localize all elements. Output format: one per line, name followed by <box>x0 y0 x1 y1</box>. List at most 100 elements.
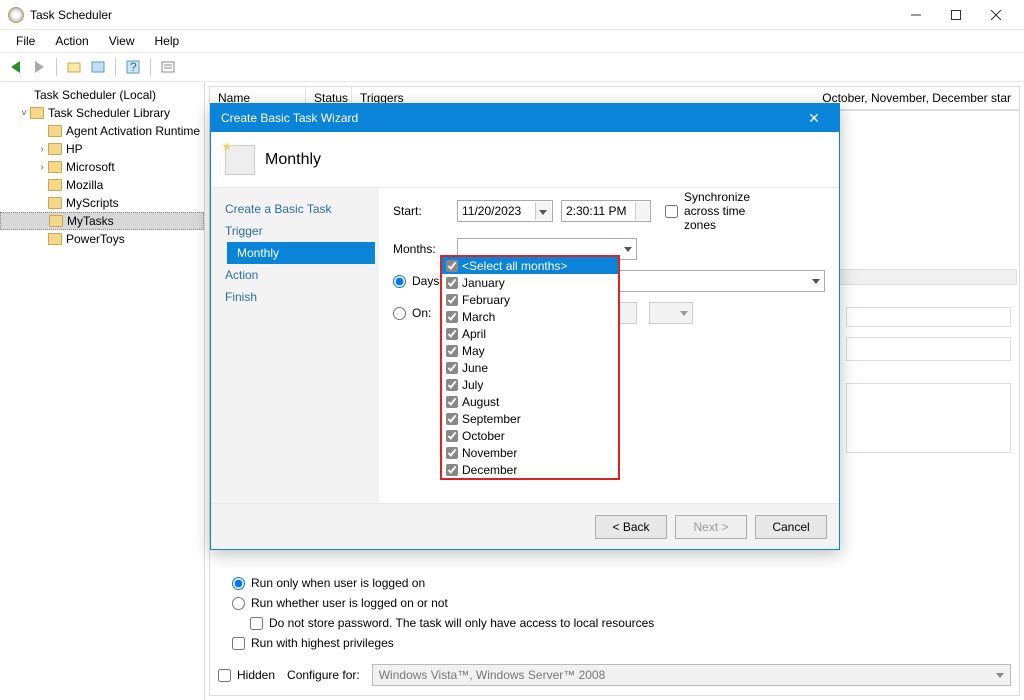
help-button[interactable]: ? <box>122 56 144 78</box>
close-button[interactable] <box>976 1 1016 29</box>
tree-item-label: HP <box>66 142 83 156</box>
radio-run-whether[interactable]: Run whether user is logged on or not <box>232 593 1007 613</box>
start-time-picker[interactable]: 2:30:11 PM <box>561 200 651 222</box>
back-button[interactable] <box>4 56 26 78</box>
nav-tree[interactable]: Task Scheduler (Local) ˅ Task Scheduler … <box>0 82 205 700</box>
radio-input[interactable] <box>393 275 406 288</box>
checkbox-input[interactable] <box>446 328 458 340</box>
calendar-icon[interactable] <box>535 202 551 220</box>
checkbox-input[interactable] <box>446 277 458 289</box>
checkbox-input[interactable] <box>218 669 231 682</box>
start-row: Start: 11/20/2023 2:30:11 PM Synchronize… <box>393 198 825 224</box>
step-monthly[interactable]: Monthly <box>227 242 375 264</box>
month-option[interactable]: March <box>442 308 618 325</box>
radio-input[interactable] <box>232 577 245 590</box>
forward-button[interactable] <box>28 56 50 78</box>
month-option[interactable]: September <box>442 410 618 427</box>
month-option[interactable]: April <box>442 325 618 342</box>
checkbox-no-store-password[interactable]: Do not store password. The task will onl… <box>250 613 1007 633</box>
sync-tz-label: Synchronize across time zones <box>684 190 750 232</box>
menubar: File Action View Help <box>0 30 1024 52</box>
background-field <box>846 383 1011 453</box>
month-label: April <box>462 327 486 341</box>
tree-item[interactable]: MyScripts <box>0 194 204 212</box>
month-option[interactable]: January <box>442 274 618 291</box>
configure-for-dropdown[interactable]: Windows Vista™, Windows Server™ 2008 <box>372 664 1011 686</box>
month-option[interactable]: May <box>442 342 618 359</box>
tree-item-selected[interactable]: MyTasks <box>0 212 204 230</box>
wizard-close-button[interactable]: ✕ <box>799 110 829 127</box>
month-option[interactable]: June <box>442 359 618 376</box>
start-time-value: 2:30:11 PM <box>566 204 626 218</box>
window-title: Task Scheduler <box>30 8 896 22</box>
toolbar-btn-1[interactable] <box>63 56 85 78</box>
tree-item[interactable]: Mozilla <box>0 176 204 194</box>
checkbox-input[interactable] <box>446 447 458 459</box>
step-trigger[interactable]: Trigger <box>215 220 375 242</box>
checkbox-input[interactable] <box>446 396 458 408</box>
tree-item-label: MyScripts <box>66 196 119 210</box>
configure-for-value: Windows Vista™, Windows Server™ 2008 <box>379 668 606 682</box>
checkbox-input[interactable] <box>446 294 458 306</box>
checkbox-input[interactable] <box>446 260 458 272</box>
tree-item[interactable]: PowerToys <box>0 230 204 248</box>
month-option[interactable]: August <box>442 393 618 410</box>
checkbox-highest-privileges[interactable]: Run with highest privileges <box>232 633 1007 653</box>
checkbox-input[interactable] <box>446 345 458 357</box>
chevron-right-icon[interactable]: › <box>36 162 48 173</box>
folder-icon <box>49 215 63 227</box>
tree-library[interactable]: ˅ Task Scheduler Library <box>0 104 204 122</box>
radio-input[interactable] <box>232 597 245 610</box>
tree-root[interactable]: Task Scheduler (Local) <box>0 86 204 104</box>
step-create[interactable]: Create a Basic Task <box>215 198 375 220</box>
checkbox-input[interactable] <box>232 637 245 650</box>
cancel-button[interactable]: Cancel <box>755 515 827 539</box>
next-button[interactable]: Next > <box>675 515 747 539</box>
month-option[interactable]: November <box>442 444 618 461</box>
month-option[interactable]: July <box>442 376 618 393</box>
checkbox-input[interactable] <box>446 311 458 323</box>
months-label: Months: <box>393 242 449 256</box>
tree-item[interactable]: Agent Activation Runtime <box>0 122 204 140</box>
month-option[interactable]: February <box>442 291 618 308</box>
menu-help[interactable]: Help <box>145 32 190 50</box>
checkbox-input[interactable] <box>446 430 458 442</box>
toolbar-btn-props[interactable] <box>157 56 179 78</box>
wizard-titlebar[interactable]: Create Basic Task Wizard ✕ <box>211 104 839 132</box>
chevron-right-icon[interactable]: › <box>36 144 48 155</box>
toolbar-btn-2[interactable] <box>87 56 109 78</box>
back-button[interactable]: < Back <box>595 515 667 539</box>
checkbox-input[interactable] <box>446 379 458 391</box>
checkbox-hidden[interactable]: Hidden <box>218 668 275 682</box>
spinner-icon[interactable] <box>635 202 649 220</box>
clock-icon <box>16 88 30 102</box>
checkbox-input[interactable] <box>446 362 458 374</box>
minimize-button[interactable] <box>896 1 936 29</box>
chevron-down-icon[interactable]: ˅ <box>18 108 30 119</box>
menu-action[interactable]: Action <box>45 32 98 50</box>
month-label: January <box>462 276 505 290</box>
checkbox-input[interactable] <box>665 205 678 218</box>
month-option[interactable]: December <box>442 461 618 478</box>
menu-view[interactable]: View <box>99 32 145 50</box>
menu-file[interactable]: File <box>6 32 45 50</box>
start-date-picker[interactable]: 11/20/2023 <box>457 200 553 222</box>
checkbox-input[interactable] <box>446 464 458 476</box>
tree-item-label: PowerToys <box>66 232 125 246</box>
radio-run-logged-on[interactable]: Run only when user is logged on <box>232 573 1007 593</box>
step-finish[interactable]: Finish <box>215 286 375 308</box>
tree-item[interactable]: ›Microsoft <box>0 158 204 176</box>
sync-tz-checkbox[interactable]: Synchronize across time zones <box>665 190 721 232</box>
folder-icon <box>48 161 62 173</box>
checkbox-input[interactable] <box>250 617 263 630</box>
radio-input[interactable] <box>393 307 406 320</box>
months-dropdown-list[interactable]: <Select all months> January February Mar… <box>440 255 620 480</box>
step-action[interactable]: Action <box>215 264 375 286</box>
checkbox-input[interactable] <box>446 413 458 425</box>
maximize-button[interactable] <box>936 1 976 29</box>
tree-item[interactable]: › HP <box>0 140 204 158</box>
months-select-all[interactable]: <Select all months> <box>442 257 618 274</box>
month-option[interactable]: October <box>442 427 618 444</box>
wizard-heading: Monthly <box>265 151 321 169</box>
select-all-label: <Select all months> <box>462 259 567 273</box>
